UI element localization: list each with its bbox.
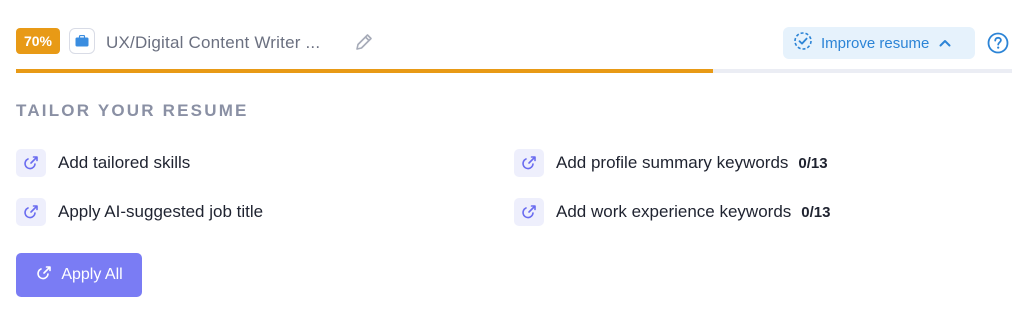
resume-progress-bar	[16, 69, 1012, 73]
action-label: Apply AI-suggested job title	[58, 202, 264, 221]
question-circle-icon[interactable]	[987, 32, 1009, 54]
tailor-magic-icon	[16, 198, 46, 226]
action-label: Add profile summary keywords	[556, 153, 789, 172]
action-add-profile-summary-keywords[interactable]: Add profile summary keywords 0/13	[514, 149, 828, 177]
resume-progress-fill	[16, 69, 714, 73]
chevron-up-icon	[939, 34, 951, 52]
dashed-check-circle-icon	[793, 31, 813, 56]
action-add-tailored-skills[interactable]: Add tailored skills	[16, 149, 190, 177]
apply-all-button[interactable]: Apply All	[16, 253, 142, 297]
section-title: TAILOR YOUR RESUME	[16, 101, 249, 120]
job-title[interactable]: UX/Digital Content Writer ...	[106, 33, 320, 53]
briefcase-icon	[69, 28, 95, 54]
action-label: Add work experience keywords	[556, 202, 792, 221]
action-label: Add tailored skills	[58, 153, 191, 172]
resume-score-badge: 70%	[16, 28, 60, 54]
improve-resume-button[interactable]: Improve resume	[783, 27, 975, 59]
action-add-work-experience-keywords[interactable]: Add work experience keywords 0/13	[514, 198, 830, 226]
resume-header: 70% UX/Digital Content Writer ... Improv…	[16, 27, 1012, 59]
improve-resume-label: Improve resume	[821, 34, 930, 52]
tailor-magic-icon	[16, 149, 46, 177]
action-apply-ai-job-title[interactable]: Apply AI-suggested job title	[16, 198, 263, 226]
keyword-count: 0/13	[801, 203, 831, 221]
keyword-count: 0/13	[798, 154, 828, 172]
tailor-magic-icon	[35, 264, 53, 287]
tailor-magic-icon	[514, 149, 544, 177]
tailor-resume-panel: 70% UX/Digital Content Writer ... Improv…	[0, 0, 1024, 315]
apply-all-label: Apply All	[61, 266, 123, 283]
pencil-icon[interactable]	[353, 31, 375, 53]
tailor-magic-icon	[514, 198, 544, 226]
